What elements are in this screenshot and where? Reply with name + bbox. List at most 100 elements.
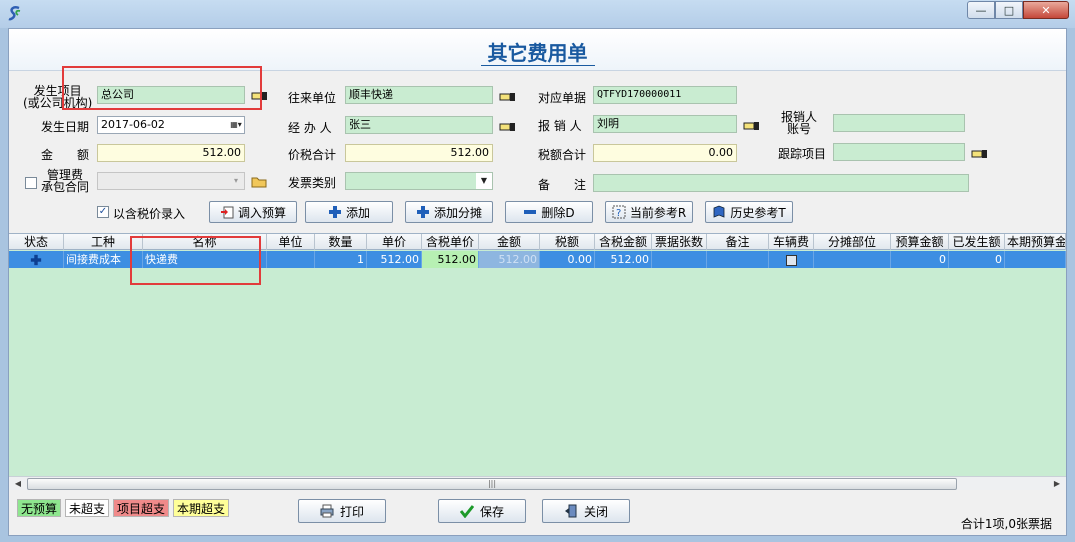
chevron-down-icon[interactable]: ▼ <box>476 173 492 189</box>
title-underline <box>481 65 595 66</box>
tax-inclusive-checkbox[interactable]: ✓ <box>97 206 109 218</box>
expense-grid: 状态 工种 名称 单位 数量 单价 含税单价 金额 税额 含税金额 票据张数 备… <box>9 233 1066 490</box>
table-row[interactable]: 间接费成本 快递费 1 512.00 512.00 512.00 0.00 51… <box>9 251 1066 268</box>
tax-total-label: 税额合计 <box>538 148 587 162</box>
unit-cell[interactable] <box>267 251 315 268</box>
status-cell[interactable] <box>9 251 64 268</box>
maximize-button[interactable]: □ <box>995 1 1023 19</box>
counterparty-label: 往来单位 <box>288 91 337 105</box>
mgmt-fee-checkbox[interactable] <box>25 177 37 189</box>
printer-icon <box>320 504 334 518</box>
column-header[interactable]: 车辆费 <box>769 234 814 250</box>
ref-document-field[interactable]: QTFYD170000011 <box>593 86 737 104</box>
budget-amount-cell[interactable]: 0 <box>891 251 949 268</box>
tracking-item-label: 跟踪项目 <box>778 147 827 161</box>
pointer-hand-icon[interactable] <box>499 90 517 104</box>
invoice-count-cell[interactable] <box>652 251 707 268</box>
occurrence-item-label: 发生项目 (或公司机构) <box>23 84 93 110</box>
column-header[interactable]: 工种 <box>64 234 143 250</box>
amount-cell[interactable]: 512.00 <box>479 251 540 268</box>
column-header[interactable]: 已发生额 <box>949 234 1005 250</box>
remarks-label: 备 注 <box>538 178 587 192</box>
folder-icon[interactable] <box>251 175 269 189</box>
occurred-amount-cell[interactable]: 0 <box>949 251 1005 268</box>
svg-text:?: ? <box>616 208 621 219</box>
column-header[interactable]: 状态 <box>9 234 64 250</box>
legend-project-over: 项目超支 <box>113 499 170 517</box>
pointer-hand-icon[interactable] <box>743 119 761 133</box>
qty-cell[interactable]: 1 <box>315 251 367 268</box>
help-ref-icon: ? <box>612 205 626 219</box>
minus-icon <box>524 210 537 214</box>
scrollbar-thumb[interactable]: ||| <box>27 478 957 490</box>
vehicle-fee-checkbox[interactable] <box>785 254 797 266</box>
column-header[interactable]: 含税金额 <box>595 234 652 250</box>
window-titlebar: — □ ✕ <box>0 0 1075 28</box>
note-cell[interactable] <box>707 251 769 268</box>
date-field[interactable]: 2017-06-02 ▦▾ <box>97 116 245 134</box>
legend-no-budget: 无预算 <box>17 499 62 517</box>
reimburser-field[interactable]: 刘明 <box>593 115 737 133</box>
horizontal-scrollbar[interactable]: ◀ ||| ▶ <box>9 476 1066 490</box>
history-reference-button[interactable]: 历史参考T <box>705 201 793 223</box>
invoice-type-label: 发票类别 <box>288 176 337 190</box>
pointer-hand-icon[interactable] <box>499 120 517 134</box>
column-header[interactable]: 分摊部位 <box>814 234 891 250</box>
name-cell[interactable]: 快递费 <box>143 251 267 268</box>
minimize-button[interactable]: — <box>967 1 995 19</box>
alloc-part-cell[interactable] <box>814 251 891 268</box>
total-with-tax-field[interactable]: 512.00 <box>345 144 493 162</box>
column-header[interactable]: 名称 <box>143 234 267 250</box>
tax-total-field[interactable]: 0.00 <box>593 144 737 162</box>
tax-unit-price-cell[interactable]: 512.00 <box>422 251 479 268</box>
import-budget-button[interactable]: 调入预算 <box>209 201 297 223</box>
print-button[interactable]: 打印 <box>298 499 386 523</box>
occurrence-item-field[interactable]: 总公司 <box>97 86 245 104</box>
calendar-dropdown-icon[interactable]: ▦▾ <box>228 117 244 133</box>
column-header[interactable]: 备注 <box>707 234 769 250</box>
header-band: 其它费用单 <box>9 29 1066 71</box>
plus-icon <box>328 206 341 218</box>
column-header[interactable]: 预算金额 <box>891 234 949 250</box>
tax-cell[interactable]: 0.00 <box>540 251 595 268</box>
column-header[interactable]: 金额 <box>479 234 540 250</box>
pointer-hand-icon[interactable] <box>971 147 989 161</box>
column-header[interactable]: 含税单价 <box>422 234 479 250</box>
close-window-button[interactable]: ✕ <box>1023 1 1069 19</box>
add-allocation-button[interactable]: 添加分摊 <box>405 201 493 223</box>
delete-button[interactable]: 删除D <box>505 201 593 223</box>
app-logo-icon <box>8 6 21 21</box>
chevron-down-icon[interactable]: ▾ <box>228 173 244 189</box>
add-button[interactable]: 添加 <box>305 201 393 223</box>
unit-price-cell[interactable]: 512.00 <box>367 251 422 268</box>
column-header[interactable]: 单价 <box>367 234 422 250</box>
handler-label: 经 办 人 <box>288 121 332 135</box>
reimburser-label: 报 销 人 <box>538 119 582 133</box>
column-header[interactable]: 本期预算金 <box>1005 234 1066 250</box>
column-header[interactable]: 票据张数 <box>652 234 707 250</box>
tracking-item-field[interactable] <box>833 143 965 161</box>
invoice-type-select[interactable]: ▼ <box>345 172 493 190</box>
column-header[interactable]: 单位 <box>267 234 315 250</box>
amount-field[interactable]: 512.00 <box>97 144 245 162</box>
counterparty-field[interactable]: 顺丰快递 <box>345 86 493 104</box>
period-budget-cell[interactable] <box>1005 251 1066 268</box>
remarks-field[interactable] <box>593 174 969 192</box>
reimburse-account-field[interactable] <box>833 114 965 132</box>
tax-amount-cell[interactable]: 512.00 <box>595 251 652 268</box>
column-header[interactable]: 数量 <box>315 234 367 250</box>
save-button[interactable]: 保存 <box>438 499 526 523</box>
close-button[interactable]: 关闭 <box>542 499 630 523</box>
scroll-right-icon[interactable]: ▶ <box>1050 478 1064 490</box>
pointer-hand-icon[interactable] <box>251 89 269 103</box>
handler-field[interactable]: 张三 <box>345 116 493 134</box>
mgmt-fee-label: 管理费 承包合同 <box>41 168 90 194</box>
vehicle-fee-cell[interactable] <box>769 251 814 268</box>
legend-within-budget: 未超支 <box>65 499 110 517</box>
current-reference-button[interactable]: ? 当前参考R <box>605 201 693 223</box>
scroll-left-icon[interactable]: ◀ <box>11 478 25 490</box>
column-header[interactable]: 税额 <box>540 234 595 250</box>
legend-period-over: 本期超支 <box>173 499 230 517</box>
mgmt-contract-field[interactable]: ▾ <box>97 172 245 190</box>
work-type-cell[interactable]: 间接费成本 <box>64 251 143 268</box>
